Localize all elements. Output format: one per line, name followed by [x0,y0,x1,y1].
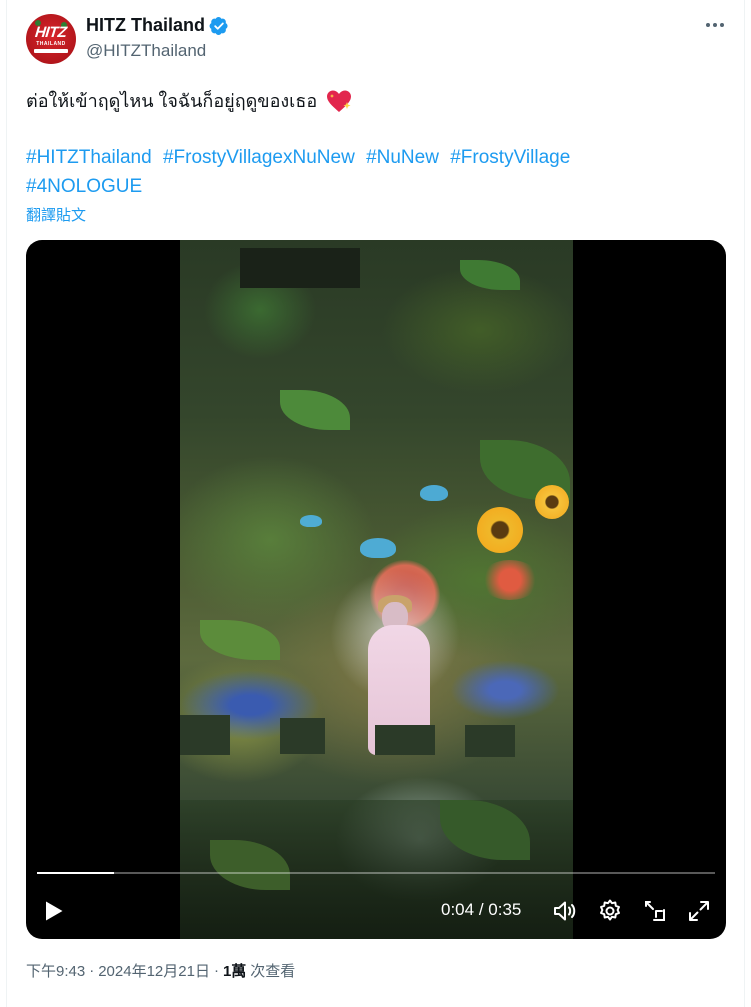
avatar[interactable]: HITZ THAILAND [26,14,76,64]
tweet-text-body: ต่อให้เข้าฤดูไหน ใจฉันก็อยู่ฤดูของเธอ [26,91,318,111]
meta-separator: · [213,962,219,979]
tweet-text: ต่อให้เข้าฤดูไหน ใจฉันก็อยู่ฤดูของเธอ [26,86,353,115]
volume-icon[interactable] [552,898,578,924]
leaf-decoration [280,390,350,430]
fullscreen-icon[interactable] [686,898,712,924]
author-display-name[interactable]: HITZ Thailand [86,15,205,36]
sparkling-heart-icon [327,90,352,112]
blue-flower-patch [450,660,560,720]
stage-panel [180,715,230,755]
hashtag-link[interactable]: #HITZThailand [26,147,152,168]
hashtag-link[interactable]: #FrostyVillage [450,147,570,168]
video-time: 0:04 / 0:35 [441,900,521,920]
butterfly-decoration [300,515,322,527]
video-current-time: 0:04 [441,900,475,919]
video-progress-bar[interactable] [37,872,715,874]
more-options-icon[interactable] [704,14,726,36]
stage-panel [240,248,360,288]
views-label: 次查看 [250,963,296,980]
hashtag-list: #HITZThailand #FrostyVillagexNuNew #NuNe… [26,143,706,201]
tweet-time[interactable]: 下午9:43 [26,960,85,981]
stage-panel [465,725,515,757]
butterfly-decoration [420,485,448,501]
avatar-logo-text: HITZ [34,23,68,41]
video-frame [180,240,573,939]
sunflower-decoration [535,485,569,519]
red-flower-decoration [480,560,540,600]
video-progress-fill [37,872,115,874]
tweet-meta: 下午9:43 · 2024年12月21日 · 1萬 次查看 [26,960,295,981]
video-duration: 0:35 [488,900,522,919]
video-controls: 0:04 / 0:35 [26,892,726,928]
avatar-logo-bar [34,48,68,53]
settings-icon[interactable] [597,898,623,924]
play-icon[interactable] [44,900,64,922]
avatar-logo-subtext: THAILAND [36,40,66,47]
stage-panel [375,725,435,755]
views-count: 1萬 [222,963,247,980]
tweet-date[interactable]: 2024年12月21日 [98,960,210,981]
hashtag-link[interactable]: #FrostyVillagexNuNew [163,147,355,168]
butterfly-decoration [360,538,396,558]
meta-separator: · [89,962,95,979]
video-time-separator: / [474,900,489,919]
picture-in-picture-icon[interactable] [642,898,668,924]
verified-badge-icon [209,16,228,35]
stage-panel [280,718,325,754]
hashtag-link[interactable]: #NuNew [366,147,439,168]
translate-post-link[interactable]: 翻譯貼文 [26,204,86,225]
leaf-decoration [200,620,280,660]
hashtag-link[interactable]: #4NOLOGUE [26,176,142,197]
author-handle[interactable]: @HITZThailand [86,41,206,61]
sunflower-decoration [477,507,523,553]
author-name-row[interactable]: HITZ Thailand [86,15,229,36]
leaf-decoration [460,260,520,290]
video-player[interactable]: 0:04 / 0:35 [26,240,726,939]
